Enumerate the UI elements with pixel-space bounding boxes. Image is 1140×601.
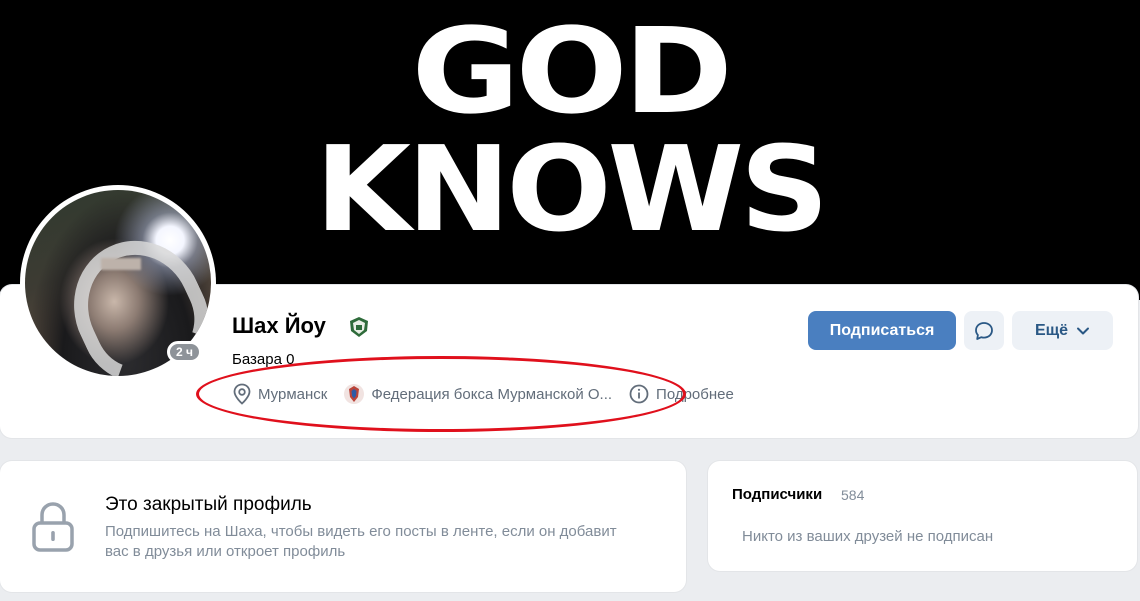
location-pin-icon — [233, 383, 251, 405]
closed-profile-title: Это закрытый профиль — [105, 494, 312, 515]
more-info-label: Подробнее — [656, 385, 734, 403]
profile-name: Шах Йоу — [232, 313, 326, 338]
subscribers-count: 584 — [841, 487, 865, 503]
cover-line-1: GOD — [411, 2, 733, 140]
more-button[interactable]: Ещё — [1012, 311, 1113, 350]
subscribers-title[interactable]: Подписчики — [732, 486, 822, 503]
more-info-item[interactable]: Подробнее — [628, 383, 734, 405]
federation-emblem-icon — [344, 384, 365, 404]
chevron-down-icon — [1077, 327, 1090, 334]
closed-profile-description: Подпишитесь на Шаха, чтобы видеть его по… — [105, 523, 617, 560]
subscribe-button[interactable]: Подписаться — [808, 311, 956, 350]
organization-label: Федерация бокса Мурманской О... — [371, 385, 613, 403]
profile-info-row: Мурманск Федерация бокса Мурманской О...… — [232, 381, 750, 407]
lock-icon — [32, 502, 74, 552]
city-item[interactable]: Мурманск — [232, 383, 327, 405]
closed-profile-card: Это закрытый профиль Подпишитесь на Шаха… — [0, 461, 686, 592]
city-label: Мурманск — [258, 385, 328, 403]
subscribers-empty-text: Никто из ваших друзей не подписан — [742, 528, 994, 545]
team-badge-icon[interactable] — [348, 316, 370, 338]
message-icon — [975, 321, 993, 340]
subscribers-card: Подписчики 584 Никто из ваших друзей не … — [708, 461, 1137, 571]
last-seen-badge: 2 ч — [167, 341, 202, 363]
info-icon — [629, 384, 649, 404]
profile-status: Базара 0 — [232, 351, 295, 368]
organization-item[interactable]: Федерация бокса Мурманской О... — [343, 383, 612, 405]
avatar-blur — [101, 258, 141, 270]
more-button-label: Ещё — [1034, 321, 1069, 339]
message-button[interactable] — [964, 311, 1004, 350]
